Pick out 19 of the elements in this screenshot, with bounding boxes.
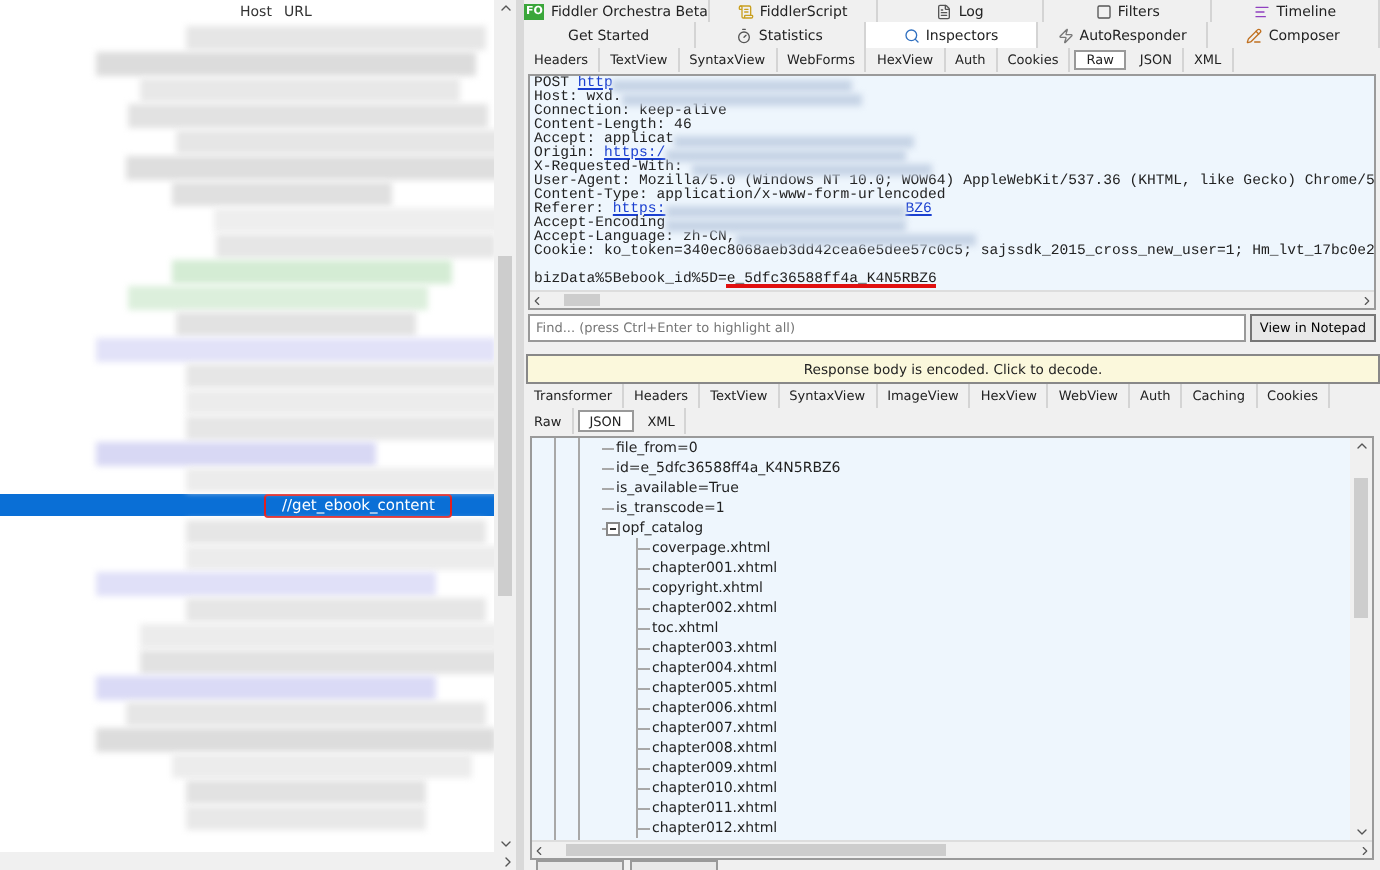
- scrollbar[interactable]: [1350, 438, 1372, 840]
- horizontal-scrollbar[interactable]: [0, 852, 516, 870]
- stopwatch-icon: [736, 27, 753, 43]
- document-icon: [936, 3, 953, 19]
- button-edge[interactable]: [630, 860, 718, 870]
- scroll-thumb[interactable]: [1354, 478, 1368, 618]
- horizontal-scrollbar[interactable]: [532, 840, 1372, 858]
- checkbox-icon: [1095, 3, 1112, 19]
- pencil-icon: [1246, 27, 1263, 43]
- script-icon: [737, 3, 754, 19]
- lightning-icon: [1057, 27, 1074, 43]
- scroll-thumb[interactable]: [564, 294, 600, 306]
- scrollbar[interactable]: [494, 0, 516, 852]
- search-icon: [903, 27, 920, 43]
- scroll-thumb[interactable]: [498, 255, 512, 597]
- scroll-thumb[interactable]: [566, 844, 946, 856]
- collapse-toggle[interactable]: [606, 521, 620, 535]
- horizontal-scrollbar[interactable]: [530, 290, 1374, 308]
- timeline-icon: [1254, 3, 1271, 19]
